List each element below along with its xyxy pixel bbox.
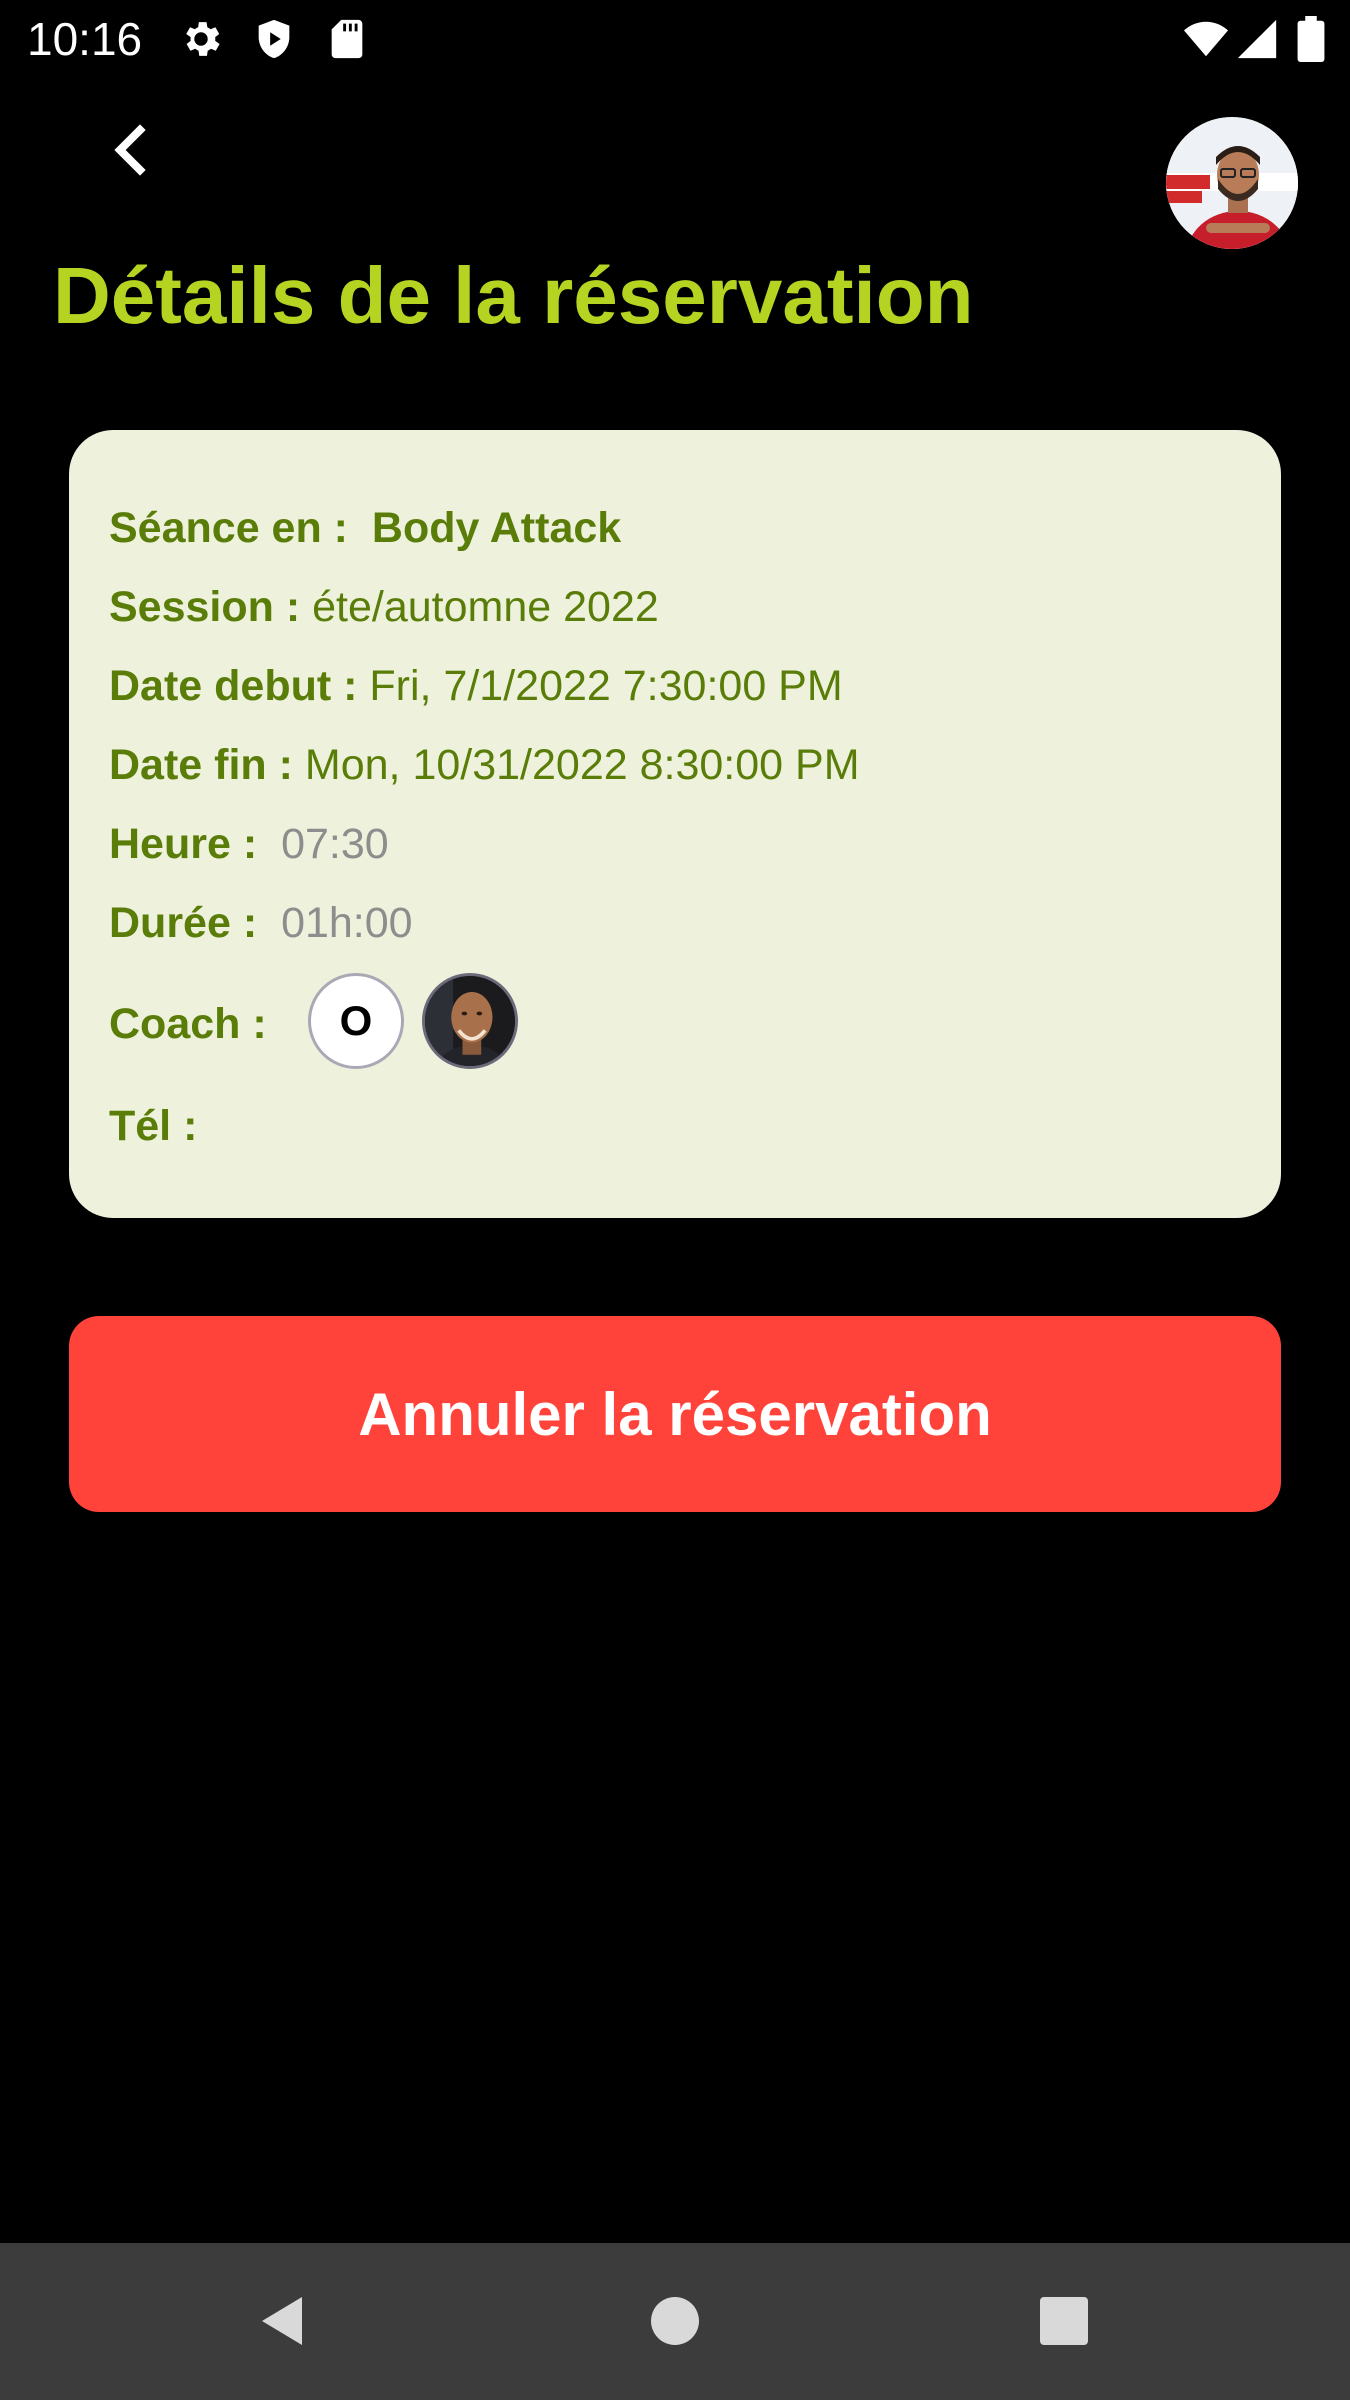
- duree-row: Durée : 01h:00: [109, 895, 413, 951]
- date-debut-label: Date debut :: [109, 662, 358, 710]
- back-triangle-icon: [262, 2297, 302, 2345]
- coach-photo-avatar[interactable]: [422, 973, 518, 1069]
- cancel-reservation-button[interactable]: Annuler la réservation: [69, 1316, 1281, 1512]
- heure-label: Heure :: [109, 820, 258, 868]
- seance-value: Body Attack: [371, 504, 622, 552]
- date-fin-label: Date fin :: [109, 741, 293, 789]
- page-title: Détails de la réservation: [53, 251, 974, 340]
- nav-home-button[interactable]: [639, 2285, 711, 2357]
- session-value: éte/automne 2022: [312, 583, 659, 631]
- session-label: Session :: [109, 583, 301, 631]
- status-bar: 10:16: [0, 0, 1350, 78]
- nav-recents-button[interactable]: [1028, 2285, 1100, 2357]
- nav-back-button[interactable]: [248, 2285, 320, 2357]
- coach-initial-avatar[interactable]: O: [308, 973, 404, 1069]
- date-fin-value: Mon, 10/31/2022 8:30:00 PM: [304, 741, 860, 789]
- home-circle-icon: [651, 2297, 699, 2345]
- back-button[interactable]: [100, 118, 164, 182]
- signal-icon: [1234, 16, 1280, 62]
- duree-label: Durée :: [109, 899, 258, 947]
- seance-label: Séance en :: [109, 504, 348, 552]
- battery-icon: [1296, 16, 1326, 62]
- chevron-left-icon: [114, 124, 146, 176]
- heure-value: 07:30: [281, 820, 389, 868]
- heure-row: Heure : 07:30: [109, 816, 389, 872]
- date-debut-value: Fri, 7/1/2022 7:30:00 PM: [369, 662, 843, 710]
- sd-card-icon: [324, 16, 370, 62]
- reservation-details-card: Séance en : Body Attack Session : éte/au…: [69, 430, 1281, 1218]
- coach-label: Coach :: [109, 1000, 267, 1048]
- shield-icon: [251, 16, 297, 62]
- date-fin-row: Date fin : Mon, 10/31/2022 8:30:00 PM: [109, 737, 860, 793]
- system-navigation-bar: [0, 2243, 1350, 2400]
- coach-row: Coach :: [109, 996, 267, 1052]
- status-time: 10:16: [27, 13, 143, 65]
- coach-photo-image: [425, 976, 515, 1066]
- date-debut-row: Date debut : Fri, 7/1/2022 7:30:00 PM: [109, 658, 843, 714]
- profile-avatar[interactable]: [1166, 117, 1298, 249]
- recents-square-icon: [1040, 2297, 1088, 2345]
- reservation-details-screen: 10:16 Détails de la réservation Séance e…: [0, 0, 1350, 2400]
- session-row: Session : éte/automne 2022: [109, 579, 659, 635]
- tel-label: Tél :: [109, 1102, 198, 1150]
- user-avatar-image: [1166, 117, 1298, 249]
- gear-icon: [178, 16, 224, 62]
- duree-value: 01h:00: [281, 899, 413, 947]
- wifi-icon: [1180, 16, 1232, 62]
- tel-row: Tél :: [109, 1098, 197, 1154]
- seance-row: Séance en : Body Attack: [109, 500, 621, 556]
